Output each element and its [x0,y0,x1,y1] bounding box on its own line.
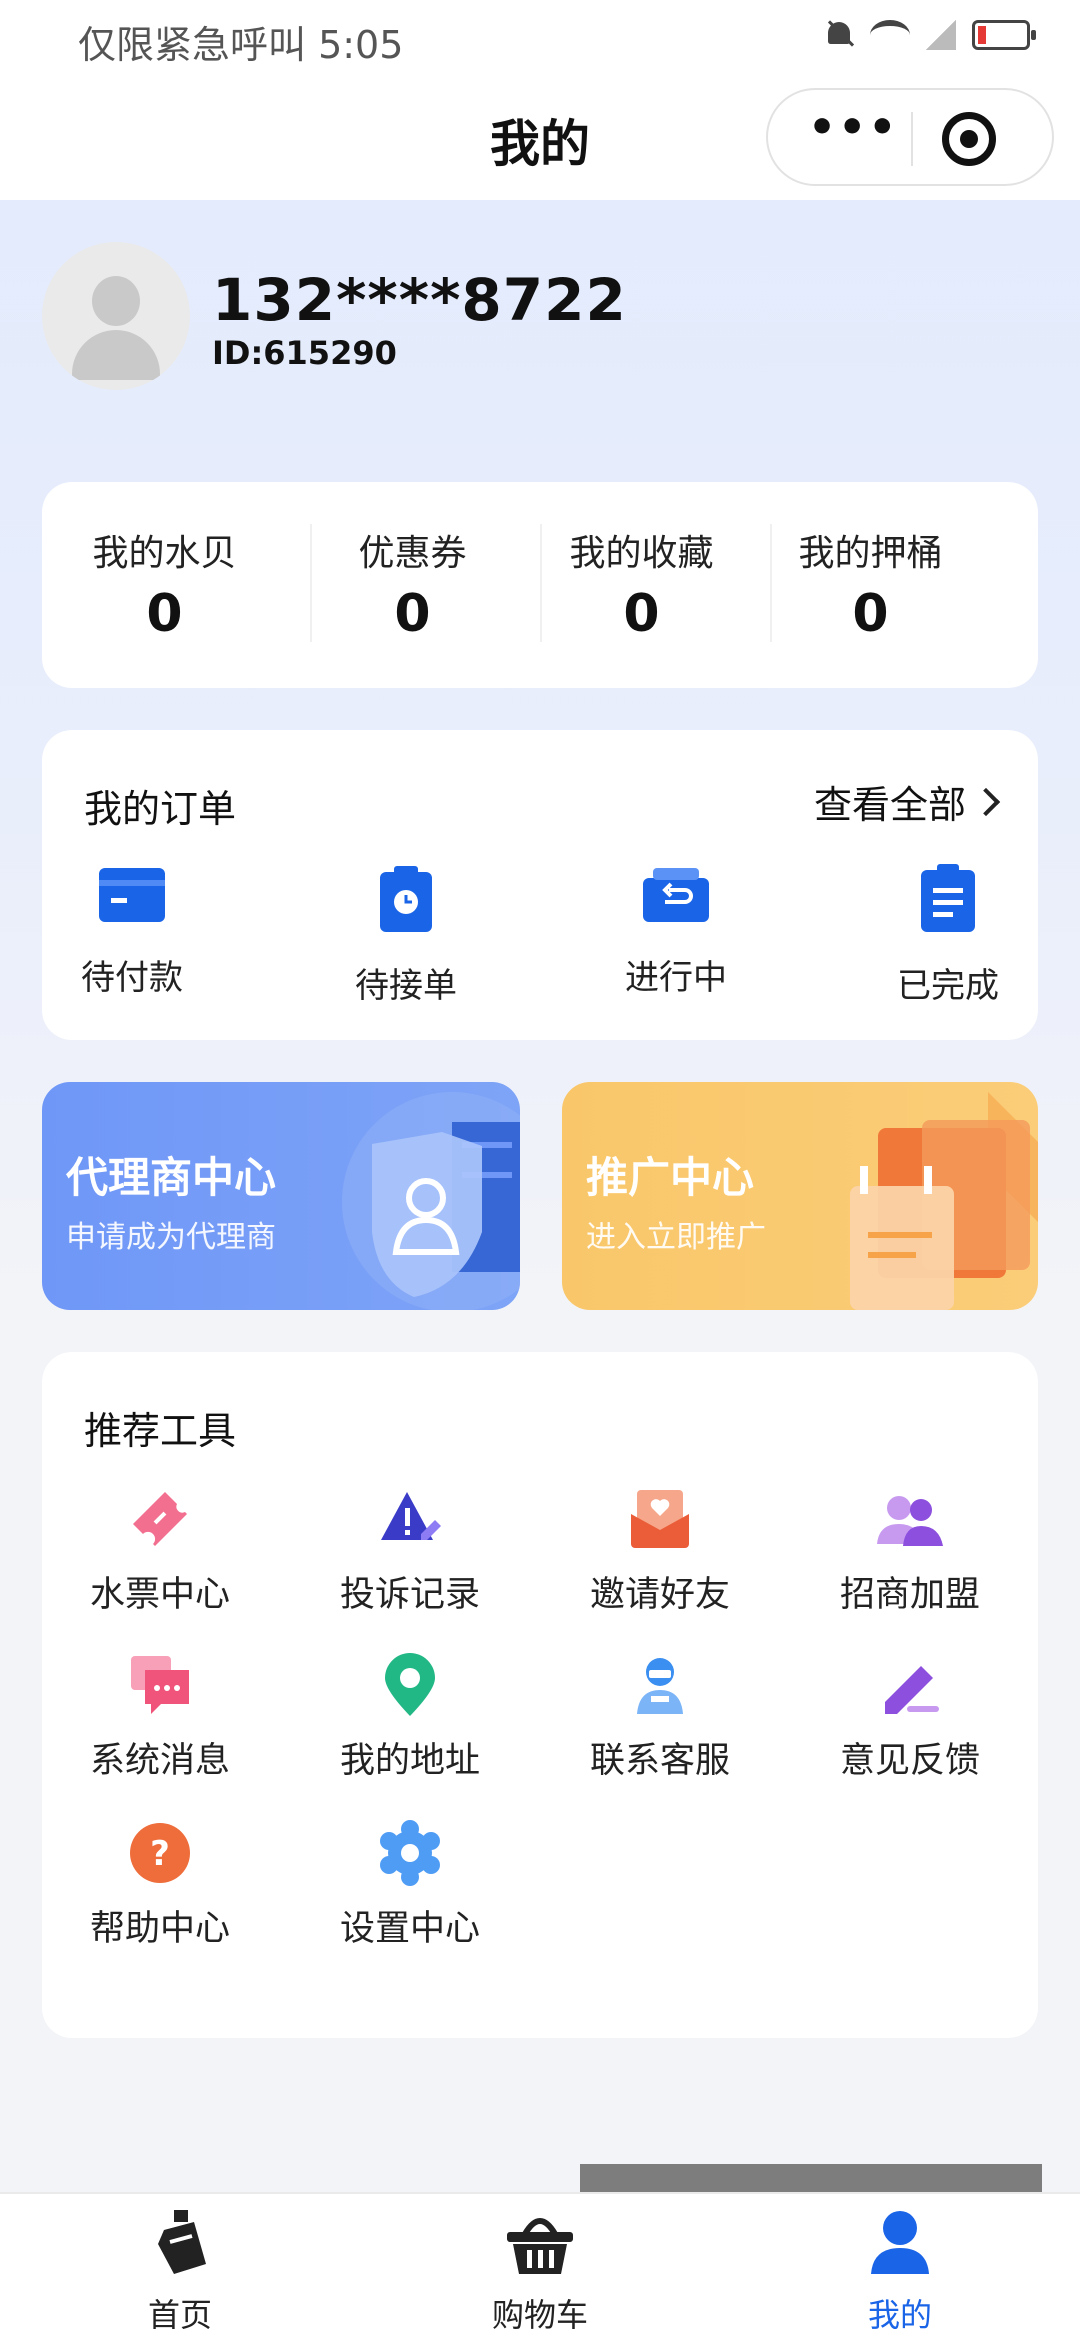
stats-card: 我的水贝 0 优惠券 0 我的收藏 0 我的押桶 0 [42,482,1038,688]
order-label: 待付款 [81,958,183,998]
signal-icon [926,20,956,50]
capsule-divider [911,112,913,166]
tool-franchise[interactable]: 招商加盟 [800,1486,1020,1617]
user-icon [871,2211,929,2274]
bottom-tab-bar: 首页 购物车 我的 [0,2192,1080,2340]
ticket-icon [133,1492,187,1546]
nav-bar: 我的 ••• [0,76,1080,200]
tool-label: 水票中心 [89,1575,230,1615]
tool-label: 招商加盟 [839,1575,980,1615]
avatar-body-icon [72,330,160,380]
agent-center-banner[interactable]: 代理商中心 申请成为代理商 [42,1082,520,1310]
tool-my-address[interactable]: 我的地址 [300,1652,520,1783]
location-pin-icon [385,1653,435,1716]
gear-icon [380,1820,440,1886]
tab-cart[interactable]: 购物车 [440,2208,640,2336]
tool-label: 联系客服 [589,1741,730,1781]
stat-value: 0 [146,584,183,644]
calendar-illustration-icon [850,1092,1038,1310]
tab-mine[interactable]: 我的 [800,2208,1000,2336]
chat-icon [131,1656,189,1714]
order-completed[interactable]: 已完成 [858,864,1038,1007]
warning-edit-icon [381,1492,441,1540]
stat-label: 优惠券 [358,533,467,574]
tool-label: 我的地址 [339,1741,480,1781]
mute-bell-icon [824,18,854,52]
tab-label: 我的 [867,2296,932,2334]
shield-user-icon [342,1092,520,1310]
tool-label: 意见反馈 [839,1741,980,1781]
tool-label: 投诉记录 [339,1575,480,1615]
stat-value: 0 [852,584,889,644]
tool-customer-service[interactable]: 联系客服 [550,1652,770,1783]
orders-title: 我的订单 [84,787,237,831]
agent-center-title: 代理商中心 [66,1153,277,1202]
stat-label: 我的水贝 [92,533,237,574]
basket-icon [507,2218,573,2274]
tool-system-messages[interactable]: 系统消息 [50,1652,270,1783]
order-awaiting-acceptance[interactable]: 待接单 [316,864,496,1007]
stat-label: 我的押桶 [798,533,943,574]
promotion-center-subtitle: 进入立即推广 [586,1220,766,1255]
status-text: 仅限紧急呼叫 5:05 [78,23,404,67]
service-agent-icon [637,1658,683,1714]
order-in-progress[interactable]: 进行中 [586,864,766,999]
tab-home[interactable]: 首页 [80,2208,280,2336]
tab-label: 购物车 [491,2296,588,2334]
avatar[interactable] [42,242,190,390]
tool-label: 系统消息 [89,1741,230,1781]
bottle-icon [158,2210,206,2274]
order-label: 已完成 [897,966,999,1006]
tool-label: 帮助中心 [89,1909,230,1949]
question-icon: ? [130,1823,190,1883]
stat-shuibei[interactable]: 我的水贝 0 [50,482,279,688]
avatar-head-icon [92,276,140,326]
stat-label: 我的收藏 [569,533,714,574]
status-icons [824,18,1036,52]
order-pending-payment[interactable]: 待付款 [42,864,222,999]
order-label: 待接单 [355,966,457,1006]
stat-coupons[interactable]: 优惠券 0 [298,482,527,688]
view-all-label: 查看全部 [813,783,966,827]
user-id: ID:615290 [212,334,397,372]
promotion-center-title: 推广中心 [586,1153,755,1202]
tool-invite-friends[interactable]: 邀请好友 [550,1486,770,1617]
clipboard-clock-icon [380,866,432,932]
more-options-button[interactable]: ••• [808,106,896,158]
document-icon [921,864,975,932]
promotion-center-banner[interactable]: 推广中心 进入立即推广 [562,1082,1038,1310]
stat-value: 0 [394,584,431,644]
agent-center-subtitle: 申请成为代理商 [66,1220,276,1255]
order-label: 进行中 [625,958,727,998]
users-icon [877,1496,943,1546]
battery-icon [972,20,1036,50]
scrollbar[interactable] [580,2164,1042,2194]
inbox-return-icon [643,868,709,922]
view-all-orders-link[interactable]: 查看全部 [813,774,1001,829]
tool-help-center[interactable]: ? 帮助中心 [50,1820,270,1951]
tools-title: 推荐工具 [84,1409,237,1453]
tools-card: 推荐工具 水票中心 投诉记录 邀请好友 招商加盟 系统消息 我的地址 联系客服 … [42,1352,1038,2038]
stat-deposit-buckets[interactable]: 我的押桶 0 [756,482,985,688]
tool-settings-center[interactable]: 设置中心 [300,1820,520,1951]
tool-label: 邀请好友 [589,1575,730,1615]
tool-complaint-records[interactable]: 投诉记录 [300,1486,520,1617]
stat-value: 0 [623,584,660,644]
tool-water-ticket[interactable]: 水票中心 [50,1486,270,1617]
stat-favorites[interactable]: 我的收藏 0 [527,482,756,688]
wallet-icon [99,868,165,922]
miniapp-capsule: ••• [766,88,1054,186]
tool-label: 设置中心 [339,1909,480,1949]
envelope-heart-icon [631,1490,689,1548]
svg-text:?: ? [150,1834,170,1874]
pencil-icon [885,1666,939,1714]
tab-label: 首页 [147,2296,212,2334]
close-miniapp-button[interactable] [942,112,996,166]
status-bar: 仅限紧急呼叫 5:05 [0,0,1080,76]
orders-card: 我的订单 查看全部 待付款 待接单 进行中 已完成 [42,730,1038,1040]
tool-feedback[interactable]: 意见反馈 [800,1652,1020,1783]
user-phone: 132****8722 [212,266,627,334]
wifi-icon [870,20,910,50]
chevron-right-icon [971,787,1001,816]
